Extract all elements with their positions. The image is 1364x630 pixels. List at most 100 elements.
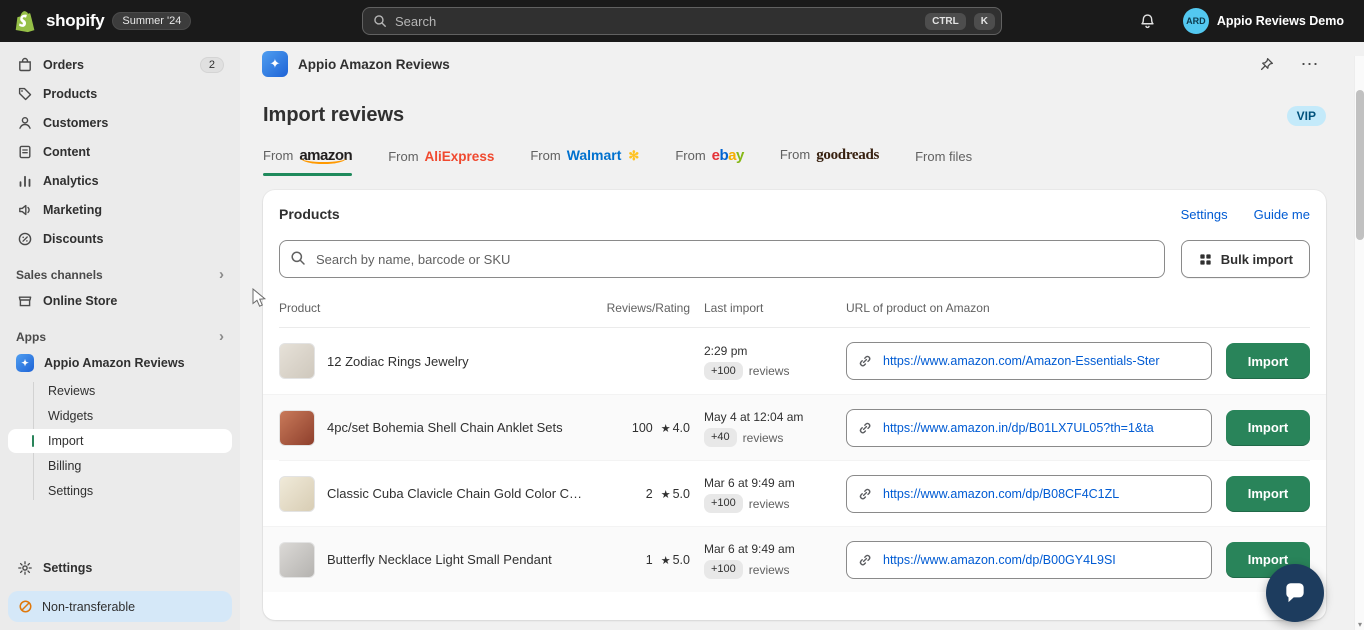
- sales-channels-header[interactable]: Sales channels ›: [16, 267, 224, 282]
- sidebar-item-online-store[interactable]: Online Store: [8, 287, 232, 314]
- search-icon: [374, 15, 386, 27]
- pin-button[interactable]: [1252, 50, 1280, 78]
- import-button[interactable]: Import: [1226, 343, 1310, 379]
- reviews-delta-badge: +100: [704, 494, 743, 513]
- sidebar-item-content[interactable]: Content: [8, 138, 232, 165]
- sidebar-item-label: Discounts: [43, 231, 104, 246]
- ellipsis-icon: ⋯: [1300, 54, 1320, 74]
- sidebar-item-orders[interactable]: Orders 2: [8, 51, 232, 78]
- sidebar-item-analytics[interactable]: Analytics: [8, 167, 232, 194]
- shopify-logo[interactable]: shopify Summer '24: [14, 8, 354, 34]
- analytics-icon: [16, 172, 33, 189]
- last-import-time: Mar 6 at 9:49 am: [704, 476, 795, 491]
- tab-from-aliexpress[interactable]: From AliExpress: [388, 149, 494, 166]
- shortcut-k-key: K: [973, 12, 995, 30]
- amazon-url-input[interactable]: [846, 540, 1212, 579]
- tab-from-amazon[interactable]: From amazon: [263, 147, 353, 176]
- last-import-time: 2:29 pm: [704, 343, 748, 358]
- sidebar-item-products[interactable]: Products: [8, 80, 232, 107]
- sidebar-item-label: Online Store: [43, 293, 118, 308]
- import-button[interactable]: Import: [1226, 475, 1310, 512]
- reviews-rating: 100 ★ 4.0: [631, 420, 690, 435]
- sidebar-item-marketing[interactable]: Marketing: [8, 196, 232, 223]
- last-import: Mar 6 at 9:49 am +100 reviews: [704, 540, 832, 579]
- chevron-right-icon: ›: [219, 328, 224, 345]
- page-title: Import reviews: [263, 104, 405, 126]
- tab-from-walmart[interactable]: From Walmart ✻: [530, 147, 639, 166]
- marketing-icon: [16, 201, 33, 218]
- search-icon: [291, 251, 305, 265]
- bulk-import-button[interactable]: Bulk import: [1180, 240, 1310, 278]
- settings-link[interactable]: Settings: [1181, 207, 1228, 222]
- app-title: Appio Amazon Reviews: [298, 56, 450, 72]
- last-import: Mar 6 at 9:49 am +100 reviews: [704, 474, 832, 513]
- amazon-url-input[interactable]: [846, 342, 1212, 380]
- guide-me-link[interactable]: Guide me: [1254, 207, 1310, 222]
- sidebar-item-label: Content: [43, 144, 91, 159]
- scrollbar-thumb[interactable]: [1356, 90, 1364, 240]
- account-name: Appio Reviews Demo: [1216, 14, 1344, 28]
- non-transferable-label: Non-transferable: [42, 599, 136, 614]
- appio-app-icon: ✦: [16, 354, 34, 372]
- non-transferable-icon: [19, 600, 32, 613]
- tab-from-files[interactable]: From files: [915, 149, 972, 166]
- global-search[interactable]: CTRL K: [362, 7, 1002, 35]
- tab-from-ebay[interactable]: From ebay: [675, 147, 744, 166]
- app-header: ✦ Appio Amazon Reviews ⋯: [240, 42, 1364, 86]
- sidebar-subitem-widgets[interactable]: Widgets: [8, 404, 232, 428]
- product-thumbnail: [279, 541, 315, 578]
- last-import-time: May 4 at 12:04 am: [704, 410, 804, 425]
- import-source-tabs: From amazon From AliExpress From Walmart…: [263, 147, 1326, 176]
- sidebar-item-appio-app[interactable]: ✦ Appio Amazon Reviews: [8, 349, 232, 377]
- import-button[interactable]: Import: [1226, 409, 1310, 446]
- sidebar-item-customers[interactable]: Customers: [8, 109, 232, 136]
- column-last-import: Last import: [704, 300, 764, 315]
- topbar: shopify Summer '24 CTRL K ARD Appio Revi…: [0, 0, 1364, 42]
- sidebar-subitem-settings[interactable]: Settings: [8, 479, 232, 503]
- amazon-url-input[interactable]: [846, 474, 1212, 513]
- walmart-logo: Walmart: [566, 147, 622, 163]
- global-search-input[interactable]: [395, 13, 918, 29]
- products-icon: [16, 85, 33, 102]
- bell-icon: [1141, 13, 1155, 28]
- shopify-admin-screen: shopify Summer '24 CTRL K ARD Appio Revi…: [0, 0, 1364, 630]
- sidebar-item-label: Orders: [43, 57, 84, 72]
- goodreads-logo: goodreads: [816, 147, 880, 163]
- product-name: 4pc/set Bohemia Shell Chain Anklet Sets: [327, 420, 563, 435]
- apps-header[interactable]: Apps ›: [16, 329, 224, 344]
- account-menu[interactable]: ARD Appio Reviews Demo: [1177, 4, 1350, 38]
- shortcut-ctrl-key: CTRL: [925, 12, 966, 30]
- product-search-input[interactable]: [279, 240, 1165, 278]
- sidebar-item-settings[interactable]: Settings: [8, 554, 232, 581]
- appio-app-icon: ✦: [262, 51, 288, 77]
- sidebar-subitem-import[interactable]: Import: [8, 429, 232, 453]
- table-row: 12 Zodiac Rings Jewelry 2:29 pm +100 revi…: [279, 328, 1310, 394]
- sidebar-item-label: Analytics: [43, 173, 99, 188]
- last-import: 2:29 pm +100 reviews: [704, 342, 832, 381]
- star-icon: ★: [660, 488, 671, 501]
- amazon-url-input[interactable]: [846, 408, 1212, 447]
- scroll-down-arrow[interactable]: ▾: [1355, 618, 1364, 630]
- orders-icon: [16, 56, 33, 73]
- non-transferable-banner[interactable]: Non-transferable: [8, 591, 232, 622]
- product-name: Classic Cuba Clavicle Chain Gold Color C…: [327, 486, 584, 501]
- chat-launcher[interactable]: [1266, 564, 1324, 622]
- more-actions-button[interactable]: ⋯: [1296, 50, 1324, 78]
- sidebar-subitem-billing[interactable]: Billing: [8, 454, 232, 478]
- sidebar-item-discounts[interactable]: Discounts: [8, 225, 232, 252]
- online-store-icon: [16, 292, 33, 309]
- column-reviews-rating: Reviews/Rating: [606, 300, 690, 315]
- amazon-logo: amazon: [299, 147, 353, 164]
- sidebar-item-label: Products: [43, 86, 98, 101]
- chat-icon: [1286, 583, 1304, 603]
- sidebar-item-label: Settings: [43, 560, 93, 575]
- chevron-right-icon: ›: [219, 266, 224, 283]
- appio-submenu: Reviews Widgets Import Billing Settings: [0, 378, 240, 504]
- card-title: Products: [279, 206, 340, 222]
- notifications-button[interactable]: [1133, 6, 1163, 36]
- tab-from-goodreads[interactable]: From goodreads: [780, 147, 880, 166]
- product-thumbnail: [279, 475, 315, 512]
- main-area: ✦ Appio Amazon Reviews ⋯ Import reviews …: [240, 42, 1364, 630]
- sidebar-subitem-reviews[interactable]: Reviews: [8, 379, 232, 403]
- shopify-bag-icon: [14, 8, 38, 34]
